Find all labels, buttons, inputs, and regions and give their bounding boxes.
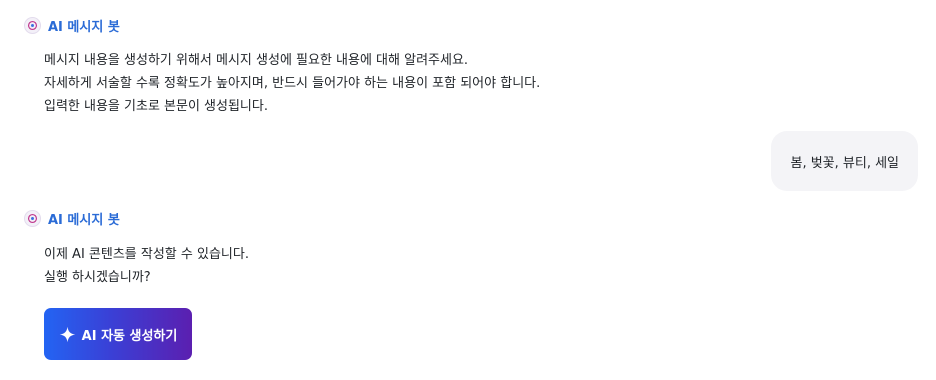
message-line: 실행 하시겠습니까? xyxy=(44,270,151,285)
message-line: 입력한 내용을 기초로 본문이 생성됩니다. xyxy=(44,99,268,114)
message-line: 메시지 내용을 생성하기 위해서 메시지 생성에 필요한 내용에 대해 알려주세… xyxy=(44,53,469,68)
ai-generate-button-label: AI 자동 생성하기 xyxy=(81,328,178,344)
user-message-text: 봄, 벚꽃, 뷰티, 세일 xyxy=(790,155,899,171)
bot-avatar-icon xyxy=(24,210,41,227)
sparkle-icon xyxy=(59,326,76,343)
bot-header: AI 메시지 봇 xyxy=(24,16,120,35)
bot-name: AI 메시지 봇 xyxy=(48,20,120,35)
user-message-bubble: 봄, 벚꽃, 뷰티, 세일 xyxy=(771,131,918,191)
bot-message: 이제 AI 콘텐츠를 작성할 수 있습니다. 실행 하시겠습니까? xyxy=(44,243,249,289)
message-line: 자세하게 서술할 수록 정확도가 높아지며, 반드시 들어가야 하는 내용이 포… xyxy=(44,76,541,91)
bot-message: 메시지 내용을 생성하기 위해서 메시지 생성에 필요한 내용에 대해 알려주세… xyxy=(44,49,540,118)
ai-generate-button[interactable]: AI 자동 생성하기 xyxy=(44,308,192,360)
bot-name: AI 메시지 봇 xyxy=(48,213,120,228)
bot-avatar-icon xyxy=(24,17,41,34)
bot-header: AI 메시지 봇 xyxy=(24,209,120,228)
message-line: 이제 AI 콘텐츠를 작성할 수 있습니다. xyxy=(44,247,249,262)
